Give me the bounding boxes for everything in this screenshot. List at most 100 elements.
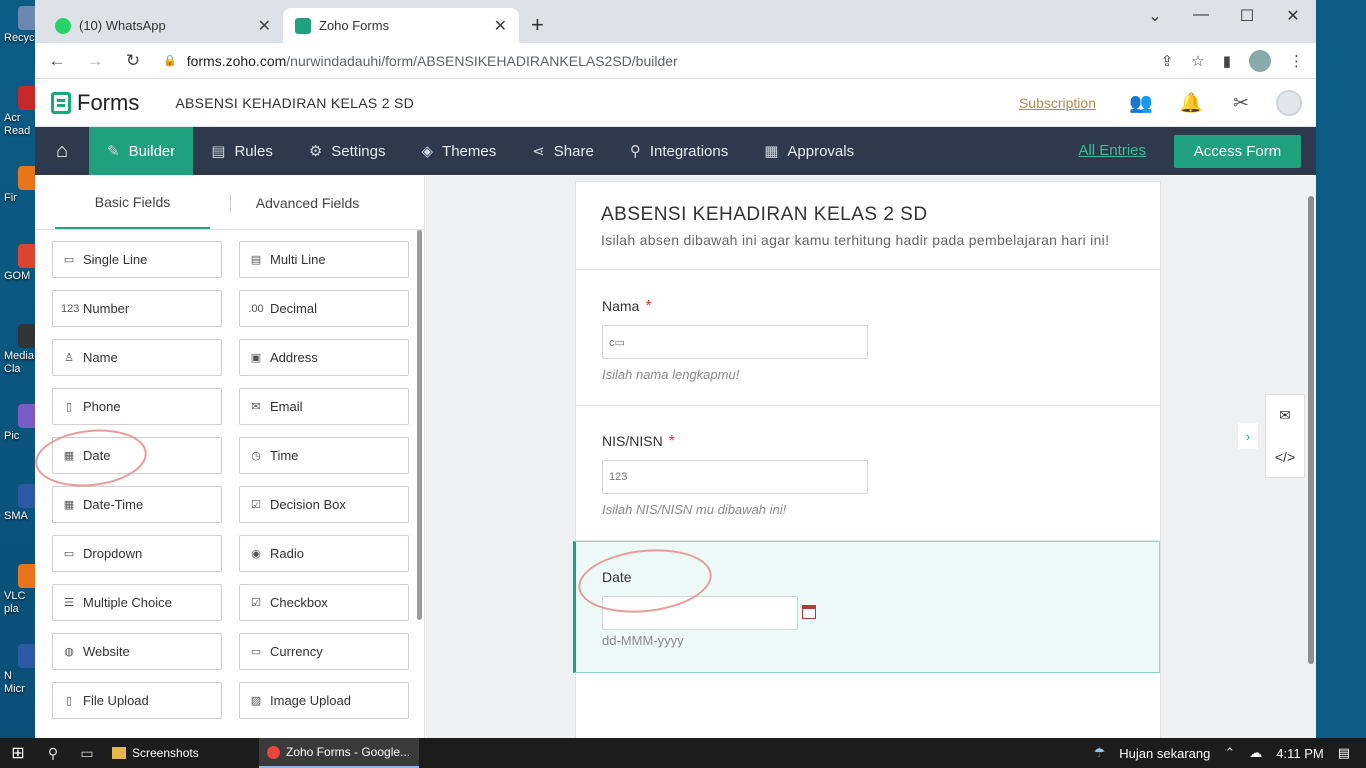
nav-integrations[interactable]: ⚲ Integrations bbox=[612, 127, 746, 175]
field-type-currency[interactable]: ▭ Currency bbox=[239, 633, 409, 670]
field-type-address[interactable]: ▣ Address bbox=[239, 339, 409, 376]
field-type-name[interactable]: ♙ Name bbox=[52, 339, 222, 376]
url-field[interactable]: 🔒 forms.zoho.com /nurwindadauhi/form/ABS… bbox=[163, 53, 678, 69]
url-host: forms.zoho.com bbox=[186, 52, 287, 69]
nama-input[interactable]: c▭ bbox=[602, 325, 868, 359]
tab-advanced-fields[interactable]: Advanced Fields bbox=[210, 176, 405, 229]
mail-icon: ✉ bbox=[251, 401, 261, 413]
field-nama[interactable]: Nama * c▭ Isilah nama lengkapmu! bbox=[576, 271, 1160, 406]
cloud-icon[interactable]: ☁ bbox=[1249, 745, 1262, 761]
all-entries-link[interactable]: All Entries bbox=[1078, 127, 1146, 175]
dropdown-icon: ▭ bbox=[63, 548, 75, 560]
browser-tab-whatsapp[interactable]: (10) WhatsApp ✕ bbox=[43, 8, 283, 43]
side-panel-icon[interactable]: ▮ bbox=[1223, 52, 1231, 70]
field-type-label: Checkbox bbox=[270, 595, 328, 610]
task-view-icon[interactable]: ▭ bbox=[70, 745, 104, 762]
form-title: ABSENSI KEHADIRAN KELAS 2 SD bbox=[601, 204, 928, 225]
window-close-icon[interactable]: ✕ bbox=[1270, 6, 1316, 26]
notification-icon[interactable]: ▤ bbox=[1338, 745, 1350, 761]
minimize-icon[interactable]: — bbox=[1178, 6, 1224, 24]
person-icon: ♙ bbox=[64, 352, 74, 364]
windows-start-icon[interactable]: ⊞ bbox=[0, 743, 36, 763]
main-nav: ⌂ ✎ Builder ▤ Rules ⚙ Settings ◈ Themes ⋖ Sha… bbox=[35, 127, 1316, 175]
form-header[interactable]: ABSENSI KEHADIRAN KELAS 2 SD Isilah abse… bbox=[576, 182, 1160, 270]
nav-label: Rules bbox=[234, 142, 273, 160]
checkbox-list-icon: ☑ bbox=[251, 597, 261, 609]
close-icon[interactable]: ✕ bbox=[258, 16, 271, 36]
field-type-website[interactable]: ◍ Website bbox=[52, 633, 222, 670]
field-type-number[interactable]: 123 Number bbox=[52, 290, 222, 327]
field-type-decimal[interactable]: .00 Decimal bbox=[239, 290, 409, 327]
subscription-link[interactable]: Subscription bbox=[1019, 95, 1096, 111]
chrome-icon bbox=[267, 745, 280, 759]
search-icon[interactable]: ⚲ bbox=[36, 745, 70, 762]
weather-text[interactable]: Hujan sekarang bbox=[1119, 746, 1210, 761]
reload-icon[interactable]: ↻ bbox=[117, 51, 149, 71]
field-type-single-line[interactable]: ▭ Single Line bbox=[52, 241, 222, 278]
taskbar-app-screenshots[interactable]: Screenshots bbox=[104, 738, 259, 768]
nav-label: Approvals bbox=[787, 142, 855, 160]
clock-icon: ◷ bbox=[251, 450, 261, 462]
field-type-image-upload[interactable]: ▨ Image Upload bbox=[239, 682, 409, 719]
back-icon[interactable]: ← bbox=[41, 51, 73, 71]
bell-icon[interactable]: 🔔 bbox=[1166, 91, 1216, 115]
taskbar-app-chrome[interactable]: Zoho Forms - Google... bbox=[259, 738, 419, 768]
nis-input[interactable]: 123 bbox=[602, 460, 868, 494]
nav-settings[interactable]: ⚙ Settings bbox=[291, 127, 404, 175]
nav-themes[interactable]: ◈ Themes bbox=[403, 127, 514, 175]
field-date[interactable]: Date dd-MMM-yyyy bbox=[573, 541, 1160, 673]
weather-icon[interactable]: ☂ bbox=[1094, 745, 1106, 761]
field-type-label: Decimal bbox=[270, 301, 317, 316]
field-hint: Isilah nama lengkapmu! bbox=[602, 367, 740, 382]
nav-rules[interactable]: ▤ Rules bbox=[193, 127, 291, 175]
new-tab-button[interactable]: + bbox=[531, 12, 544, 38]
field-type-decision-box[interactable]: ☑ Decision Box bbox=[239, 486, 409, 523]
forward-icon[interactable]: → bbox=[79, 51, 111, 71]
tab-search-icon[interactable]: ⌄ bbox=[1132, 6, 1178, 26]
field-type-radio[interactable]: ◉ Radio bbox=[239, 535, 409, 572]
multiple-choice-icon: ☰ bbox=[64, 597, 74, 609]
field-type-phone[interactable]: ▯ Phone bbox=[52, 388, 222, 425]
avatar[interactable] bbox=[1276, 90, 1302, 116]
nav-label: Settings bbox=[331, 142, 386, 160]
menu-kebab-icon[interactable]: ⋮ bbox=[1289, 52, 1304, 70]
embed-code-icon[interactable]: </> bbox=[1275, 449, 1295, 465]
field-type-time[interactable]: ◷ Time bbox=[239, 437, 409, 474]
share-page-icon[interactable]: ⇪ bbox=[1161, 52, 1174, 70]
browser-tab-zoho-forms[interactable]: Zoho Forms ✕ bbox=[283, 8, 519, 43]
maximize-icon[interactable]: ☐ bbox=[1224, 6, 1270, 26]
bookmark-star-icon[interactable]: ☆ bbox=[1191, 52, 1204, 70]
canvas-scrollbar[interactable] bbox=[1308, 196, 1314, 664]
users-icon[interactable]: 👥 bbox=[1116, 91, 1166, 115]
clock-time[interactable]: 4:11 PM bbox=[1276, 746, 1323, 761]
home-icon[interactable]: ⌂ bbox=[35, 127, 89, 175]
field-type-date-time[interactable]: ▦ Date-Time bbox=[52, 486, 222, 523]
chevron-up-icon[interactable]: ⌃ bbox=[1224, 745, 1235, 761]
access-form-button[interactable]: Access Form bbox=[1174, 135, 1301, 168]
field-type-file-upload[interactable]: ▯ File Upload bbox=[52, 682, 222, 719]
profile-avatar[interactable] bbox=[1249, 50, 1271, 72]
nav-approvals[interactable]: ▦ Approvals bbox=[746, 127, 872, 175]
rules-icon: ▤ bbox=[211, 143, 226, 160]
field-type-checkbox[interactable]: ☑ Checkbox bbox=[239, 584, 409, 621]
field-type-multi-line[interactable]: ▤ Multi Line bbox=[239, 241, 409, 278]
address-icon: ▣ bbox=[250, 352, 262, 364]
field-type-email[interactable]: ✉ Email bbox=[239, 388, 409, 425]
share-icon: ⋖ bbox=[532, 143, 545, 160]
forms-logo[interactable]: Forms bbox=[51, 90, 139, 116]
field-type-label: Date-Time bbox=[83, 497, 144, 512]
field-type-multiple-choice[interactable]: ☰ Multiple Choice bbox=[52, 584, 222, 621]
field-type-dropdown[interactable]: ▭ Dropdown bbox=[52, 535, 222, 572]
nav-builder[interactable]: ✎ Builder bbox=[89, 127, 194, 175]
form-card: ABSENSI KEHADIRAN KELAS 2 SD Isilah abse… bbox=[573, 181, 1161, 738]
notification-mail-icon[interactable]: ✉ bbox=[1279, 407, 1291, 424]
calendar-icon[interactable] bbox=[802, 605, 816, 619]
panel-scrollbar[interactable] bbox=[417, 230, 422, 620]
close-icon[interactable]: ✕ bbox=[494, 16, 507, 36]
date-time-icon: ▦ bbox=[63, 499, 75, 511]
tools-icon[interactable]: ✂ bbox=[1216, 92, 1266, 115]
nav-share[interactable]: ⋖ Share bbox=[514, 127, 612, 175]
field-nis-nisn[interactable]: NIS/NISN * 123 Isilah NIS/NISN mu dibawah… bbox=[576, 406, 1160, 541]
chevron-right-icon[interactable]: › bbox=[1238, 423, 1258, 449]
tab-basic-fields[interactable]: Basic Fields bbox=[55, 176, 210, 229]
